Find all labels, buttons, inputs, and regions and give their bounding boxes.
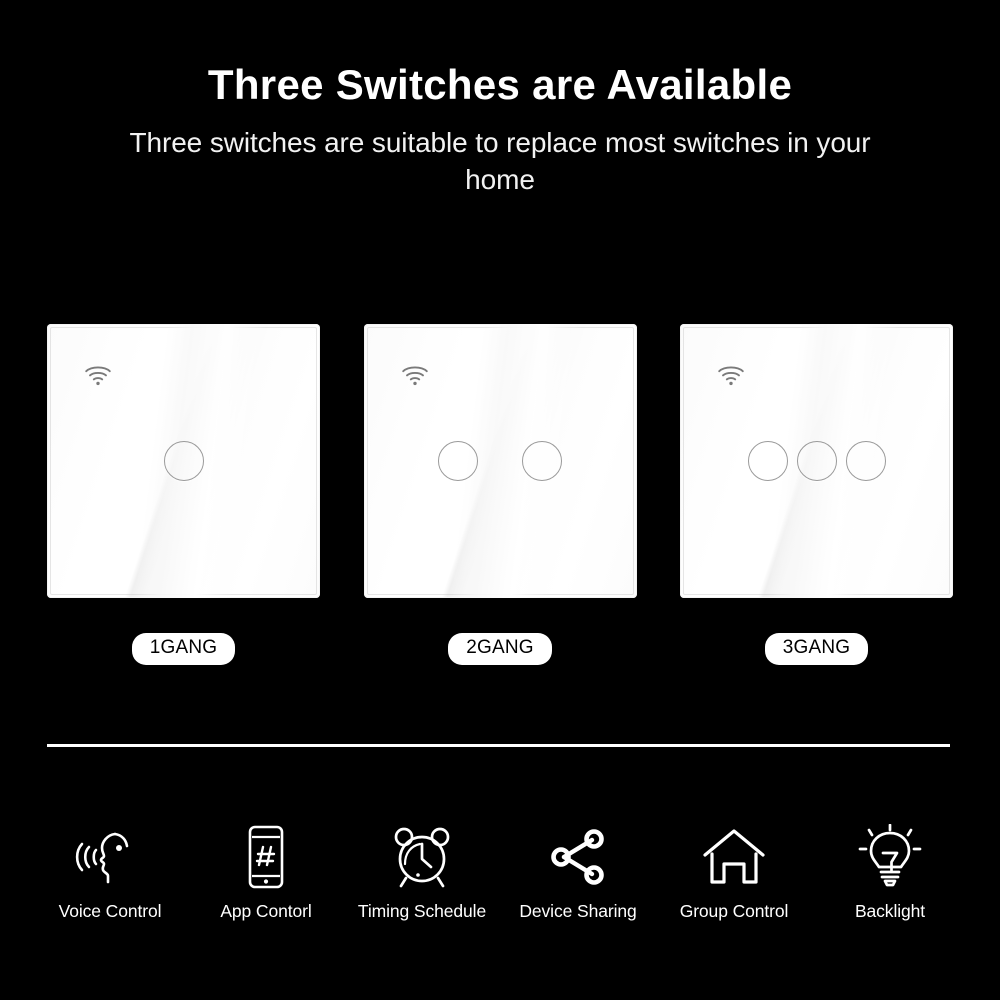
light-bulb-icon — [858, 824, 922, 887]
touch-button[interactable] — [163, 441, 204, 481]
touch-button[interactable] — [521, 441, 562, 481]
page-title: Three Switches are Available — [207, 61, 793, 108]
home-house-icon — [703, 829, 765, 884]
feature-icon-wrap — [74, 822, 146, 892]
voice-control-icon — [75, 832, 129, 884]
touch-buttons-area — [680, 324, 953, 598]
feature-icon-wrap — [389, 822, 455, 892]
features-row: Voice Control App Contorl Timing Schedul… — [32, 822, 968, 922]
touch-button[interactable] — [747, 441, 788, 481]
product-card-1gang[interactable]: 1GANG — [46, 324, 321, 665]
feature-voice-control[interactable]: Voice Control — [32, 822, 188, 922]
page-subtitle: Three switches are suitable to replace m… — [129, 127, 871, 196]
page-header: Three Switches are Available Three switc… — [0, 0, 1000, 199]
feature-label: Backlight — [854, 901, 926, 921]
feature-timing-schedule[interactable]: Timing Schedule — [344, 822, 500, 922]
product-panels-row: 1GANG 2GANG 3GANG — [46, 324, 954, 665]
touch-buttons-area — [364, 324, 637, 598]
feature-label: Voice Control — [58, 901, 162, 921]
feature-icon-wrap — [547, 822, 609, 892]
feature-group-control[interactable]: Group Control — [656, 822, 812, 922]
switch-panel-2gang[interactable] — [363, 324, 637, 598]
touch-button[interactable] — [845, 441, 886, 481]
gang-label-2: 2GANG — [448, 633, 552, 665]
feature-label: App Contorl — [220, 901, 312, 921]
feature-app-control[interactable]: App Contorl — [188, 822, 344, 922]
feature-device-sharing[interactable]: Device Sharing — [500, 822, 656, 922]
product-card-3gang[interactable]: 3GANG — [679, 324, 954, 665]
feature-icon-wrap — [858, 822, 922, 892]
feature-label: Group Control — [679, 901, 789, 921]
feature-icon-wrap — [242, 822, 290, 892]
smartphone-app-icon — [248, 825, 284, 889]
touch-button[interactable] — [438, 441, 479, 481]
switch-panel-3gang[interactable] — [680, 324, 953, 598]
gang-label-3: 3GANG — [764, 633, 869, 665]
feature-label: Timing Schedule — [357, 901, 487, 921]
product-card-2gang[interactable]: 2GANG — [363, 324, 638, 665]
feature-label: Device Sharing — [519, 901, 637, 921]
switch-panel-1gang[interactable] — [47, 324, 320, 598]
section-divider — [47, 744, 950, 747]
feature-backlight[interactable]: Backlight — [812, 822, 968, 922]
share-nodes-icon — [551, 829, 604, 885]
touch-buttons-area — [47, 324, 320, 598]
gang-label-1: 1GANG — [131, 633, 236, 665]
feature-icon-wrap — [700, 822, 768, 892]
touch-button[interactable] — [796, 441, 837, 481]
alarm-clock-icon — [394, 827, 450, 888]
